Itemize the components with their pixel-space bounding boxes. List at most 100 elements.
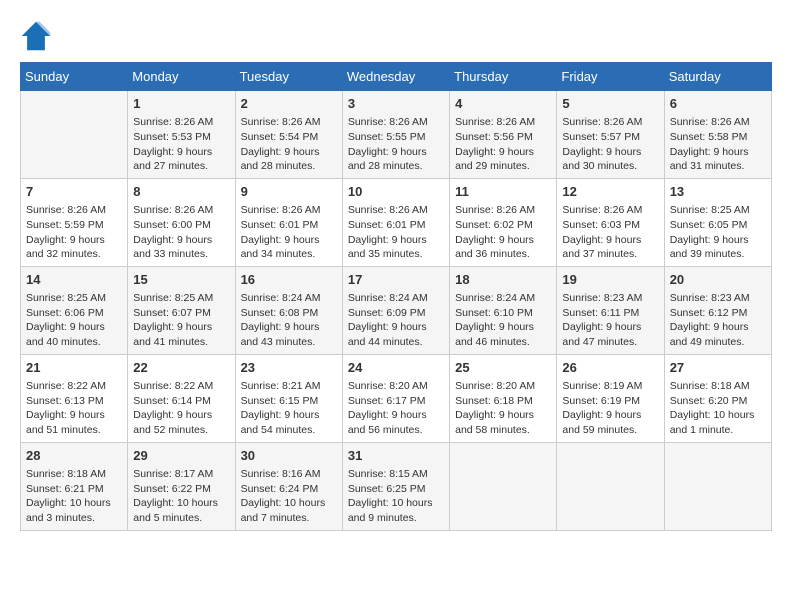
cell-info: Daylight: 9 hours	[670, 320, 766, 335]
day-number: 20	[670, 271, 766, 289]
calendar-cell: 31Sunrise: 8:15 AMSunset: 6:25 PMDayligh…	[342, 442, 449, 530]
cell-info: Sunrise: 8:20 AM	[348, 379, 444, 394]
calendar-cell: 28Sunrise: 8:18 AMSunset: 6:21 PMDayligh…	[21, 442, 128, 530]
cell-info: Sunrise: 8:25 AM	[670, 203, 766, 218]
calendar-cell: 6Sunrise: 8:26 AMSunset: 5:58 PMDaylight…	[664, 91, 771, 179]
day-number: 9	[241, 183, 337, 201]
cell-info: and 28 minutes.	[241, 159, 337, 174]
calendar-cell: 19Sunrise: 8:23 AMSunset: 6:11 PMDayligh…	[557, 266, 664, 354]
day-header-friday: Friday	[557, 63, 664, 91]
cell-info: Daylight: 9 hours	[133, 320, 229, 335]
cell-info: and 49 minutes.	[670, 335, 766, 350]
cell-info: and 40 minutes.	[26, 335, 122, 350]
cell-info: and 54 minutes.	[241, 423, 337, 438]
days-header-row: SundayMondayTuesdayWednesdayThursdayFrid…	[21, 63, 772, 91]
cell-info: Sunset: 6:10 PM	[455, 306, 551, 321]
cell-info: and 32 minutes.	[26, 247, 122, 262]
cell-info: and 47 minutes.	[562, 335, 658, 350]
cell-info: Sunrise: 8:23 AM	[670, 291, 766, 306]
cell-info: Sunrise: 8:22 AM	[26, 379, 122, 394]
cell-info: and 39 minutes.	[670, 247, 766, 262]
cell-info: Sunrise: 8:17 AM	[133, 467, 229, 482]
week-row-2: 7Sunrise: 8:26 AMSunset: 5:59 PMDaylight…	[21, 178, 772, 266]
cell-info: Daylight: 9 hours	[562, 408, 658, 423]
calendar-cell: 7Sunrise: 8:26 AMSunset: 5:59 PMDaylight…	[21, 178, 128, 266]
cell-info: Daylight: 9 hours	[241, 233, 337, 248]
week-row-4: 21Sunrise: 8:22 AMSunset: 6:13 PMDayligh…	[21, 354, 772, 442]
day-number: 14	[26, 271, 122, 289]
calendar-table: SundayMondayTuesdayWednesdayThursdayFrid…	[20, 62, 772, 531]
cell-info: Sunrise: 8:15 AM	[348, 467, 444, 482]
cell-info: Daylight: 9 hours	[133, 145, 229, 160]
cell-info: Daylight: 9 hours	[26, 320, 122, 335]
day-number: 3	[348, 95, 444, 113]
cell-info: and 44 minutes.	[348, 335, 444, 350]
calendar-cell: 18Sunrise: 8:24 AMSunset: 6:10 PMDayligh…	[450, 266, 557, 354]
cell-info: and 1 minute.	[670, 423, 766, 438]
cell-info: and 43 minutes.	[241, 335, 337, 350]
cell-info: and 34 minutes.	[241, 247, 337, 262]
cell-info: Sunset: 5:54 PM	[241, 130, 337, 145]
day-number: 10	[348, 183, 444, 201]
cell-info: Sunrise: 8:19 AM	[562, 379, 658, 394]
day-number: 7	[26, 183, 122, 201]
cell-info: and 46 minutes.	[455, 335, 551, 350]
day-header-wednesday: Wednesday	[342, 63, 449, 91]
cell-info: Daylight: 10 hours	[133, 496, 229, 511]
cell-info: Sunset: 6:18 PM	[455, 394, 551, 409]
cell-info: Sunset: 5:57 PM	[562, 130, 658, 145]
cell-info: Daylight: 9 hours	[26, 233, 122, 248]
cell-info: Daylight: 9 hours	[348, 408, 444, 423]
calendar-cell: 29Sunrise: 8:17 AMSunset: 6:22 PMDayligh…	[128, 442, 235, 530]
calendar-cell: 1Sunrise: 8:26 AMSunset: 5:53 PMDaylight…	[128, 91, 235, 179]
cell-info: Sunrise: 8:26 AM	[348, 203, 444, 218]
page-header	[20, 20, 772, 52]
day-number: 30	[241, 447, 337, 465]
cell-info: Daylight: 9 hours	[26, 408, 122, 423]
cell-info: Sunrise: 8:26 AM	[455, 115, 551, 130]
day-number: 16	[241, 271, 337, 289]
calendar-cell: 22Sunrise: 8:22 AMSunset: 6:14 PMDayligh…	[128, 354, 235, 442]
day-number: 6	[670, 95, 766, 113]
cell-info: Daylight: 10 hours	[670, 408, 766, 423]
cell-info: Sunrise: 8:20 AM	[455, 379, 551, 394]
cell-info: Sunset: 6:12 PM	[670, 306, 766, 321]
cell-info: Sunrise: 8:25 AM	[26, 291, 122, 306]
cell-info: Sunset: 5:58 PM	[670, 130, 766, 145]
cell-info: Daylight: 9 hours	[562, 145, 658, 160]
day-number: 15	[133, 271, 229, 289]
cell-info: Sunrise: 8:21 AM	[241, 379, 337, 394]
day-number: 28	[26, 447, 122, 465]
cell-info: and 36 minutes.	[455, 247, 551, 262]
day-header-monday: Monday	[128, 63, 235, 91]
cell-info: Sunset: 6:00 PM	[133, 218, 229, 233]
cell-info: Sunset: 6:15 PM	[241, 394, 337, 409]
calendar-cell	[450, 442, 557, 530]
day-number: 22	[133, 359, 229, 377]
cell-info: Daylight: 9 hours	[348, 145, 444, 160]
cell-info: Sunset: 6:09 PM	[348, 306, 444, 321]
cell-info: Daylight: 9 hours	[562, 233, 658, 248]
cell-info: Daylight: 9 hours	[241, 320, 337, 335]
cell-info: Sunrise: 8:23 AM	[562, 291, 658, 306]
cell-info: Sunset: 6:24 PM	[241, 482, 337, 497]
cell-info: Sunrise: 8:24 AM	[455, 291, 551, 306]
day-number: 18	[455, 271, 551, 289]
cell-info: and 37 minutes.	[562, 247, 658, 262]
logo-icon	[20, 20, 52, 52]
cell-info: and 3 minutes.	[26, 511, 122, 526]
day-header-saturday: Saturday	[664, 63, 771, 91]
cell-info: and 7 minutes.	[241, 511, 337, 526]
cell-info: Daylight: 10 hours	[241, 496, 337, 511]
cell-info: Sunset: 6:22 PM	[133, 482, 229, 497]
day-number: 24	[348, 359, 444, 377]
day-number: 21	[26, 359, 122, 377]
calendar-cell: 30Sunrise: 8:16 AMSunset: 6:24 PMDayligh…	[235, 442, 342, 530]
day-number: 23	[241, 359, 337, 377]
cell-info: Sunset: 5:53 PM	[133, 130, 229, 145]
calendar-cell: 21Sunrise: 8:22 AMSunset: 6:13 PMDayligh…	[21, 354, 128, 442]
cell-info: Sunset: 6:11 PM	[562, 306, 658, 321]
logo	[20, 20, 56, 52]
calendar-cell: 24Sunrise: 8:20 AMSunset: 6:17 PMDayligh…	[342, 354, 449, 442]
cell-info: Sunset: 6:05 PM	[670, 218, 766, 233]
